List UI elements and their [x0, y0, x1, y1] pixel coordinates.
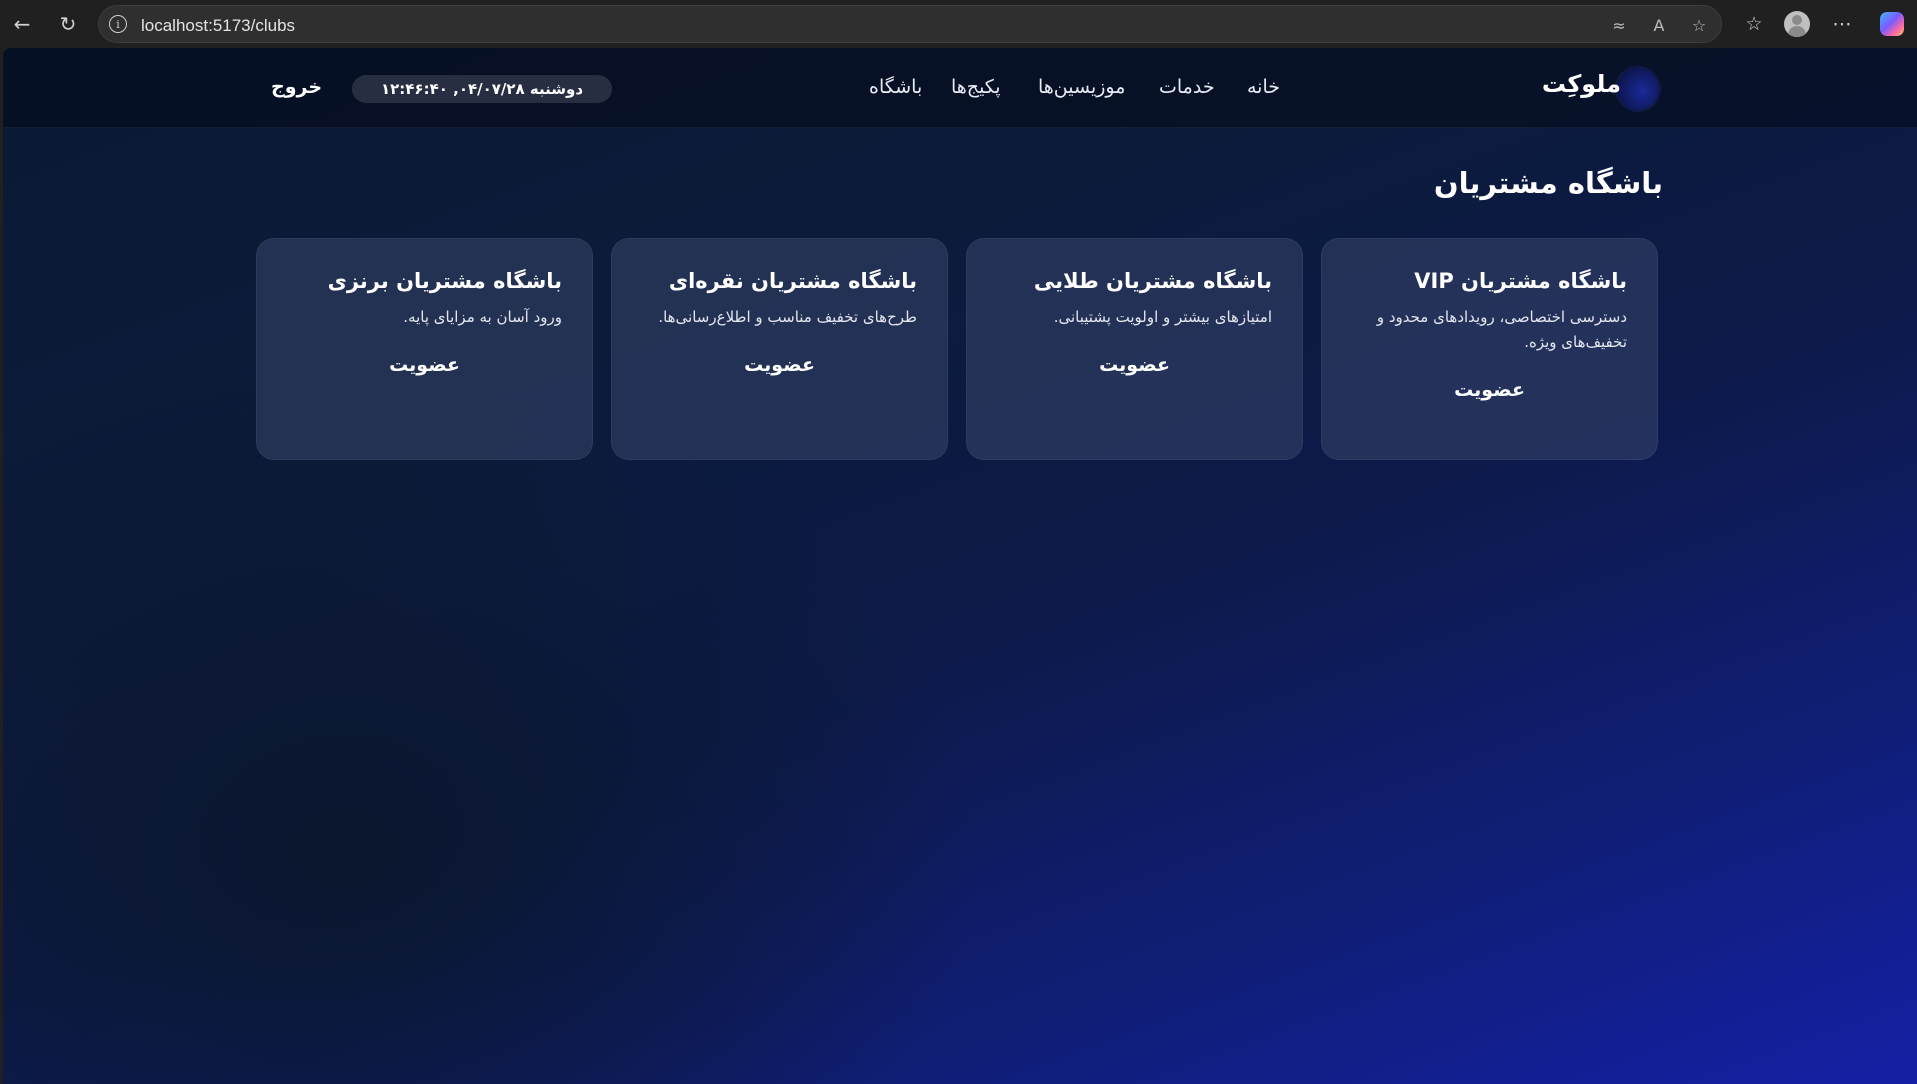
nav-item-home[interactable]: خانه [1247, 76, 1280, 98]
card-title: باشگاه مشتریان طلایی [1033, 269, 1272, 293]
card-description: ورود آسان به مزایای پایه. [403, 308, 562, 326]
read-aloud-icon[interactable]: A [1647, 13, 1671, 37]
favorites-icon[interactable]: ☆ [1740, 10, 1768, 38]
site-header: ملوکِت خانه خدمات موزیسین‌ها پکیج‌ها باش… [3, 48, 1917, 128]
card-description: امتیازهای بیشتر و اولویت پشتیبانی. [1053, 308, 1272, 326]
logout-button[interactable]: خروج [271, 76, 322, 98]
page-viewport: ملوکِت خانه خدمات موزیسین‌ها پکیج‌ها باش… [3, 48, 1917, 1084]
card-title: باشگاه مشتریان برنزی [327, 269, 562, 293]
page-title: باشگاه مشتریان [1433, 166, 1663, 200]
back-arrow-icon[interactable]: ← [8, 10, 36, 38]
club-card-vip: باشگاه مشتریان VIP دسترسی اختصاصی، رویدا… [1321, 238, 1658, 460]
profile-avatar-icon[interactable] [1784, 11, 1810, 37]
nav-item-packages[interactable]: پکیج‌ها [951, 76, 1001, 98]
datetime-badge: دوشنبه ۰۴/۰۷/۲۸, ۱۲:۴۶:۴۰ [352, 75, 612, 103]
club-card-bronze: باشگاه مشتریان برنزی ورود آسان به مزایای… [256, 238, 593, 460]
url-text[interactable]: localhost:5173/clubs [141, 16, 295, 36]
join-button[interactable]: عضویت [997, 354, 1272, 376]
club-card-silver: باشگاه مشتریان نقره‌ای طرح‌های تخفیف منا… [611, 238, 948, 460]
card-description: طرح‌های تخفیف مناسب و اطلاع‌رسانی‌ها. [658, 308, 917, 326]
site-logo[interactable]: ملوکِت [1542, 70, 1621, 98]
site-info-icon[interactable]: i [109, 15, 127, 33]
more-options-icon[interactable]: ⋯ [1828, 10, 1856, 38]
browser-toolbar: ← ↻ i localhost:5173/clubs ≈ A ☆ ☆ ⋯ [0, 0, 1917, 48]
copilot-icon[interactable] [1880, 12, 1904, 36]
club-card-gold: باشگاه مشتریان طلایی امتیازهای بیشتر و ا… [966, 238, 1303, 460]
nav-item-club[interactable]: باشگاه [869, 76, 922, 98]
logo-icon[interactable] [1617, 68, 1659, 110]
join-button[interactable]: عضویت [287, 354, 562, 376]
card-description: دسترسی اختصاصی، رویدادهای محدود و تخفیف‌… [1376, 308, 1627, 351]
nav-item-musicians[interactable]: موزیسین‌ها [1038, 76, 1125, 98]
address-bar[interactable]: i localhost:5173/clubs ≈ A ☆ [98, 5, 1722, 43]
favorite-star-icon[interactable]: ☆ [1687, 13, 1711, 37]
card-title: باشگاه مشتریان VIP [1414, 269, 1627, 293]
nav-item-services[interactable]: خدمات [1159, 76, 1215, 98]
join-button[interactable]: عضویت [1352, 379, 1627, 401]
card-title: باشگاه مشتریان نقره‌ای [668, 269, 917, 293]
translate-icon[interactable]: ≈ [1607, 13, 1631, 37]
join-button[interactable]: عضویت [642, 354, 917, 376]
reload-icon[interactable]: ↻ [54, 10, 82, 38]
